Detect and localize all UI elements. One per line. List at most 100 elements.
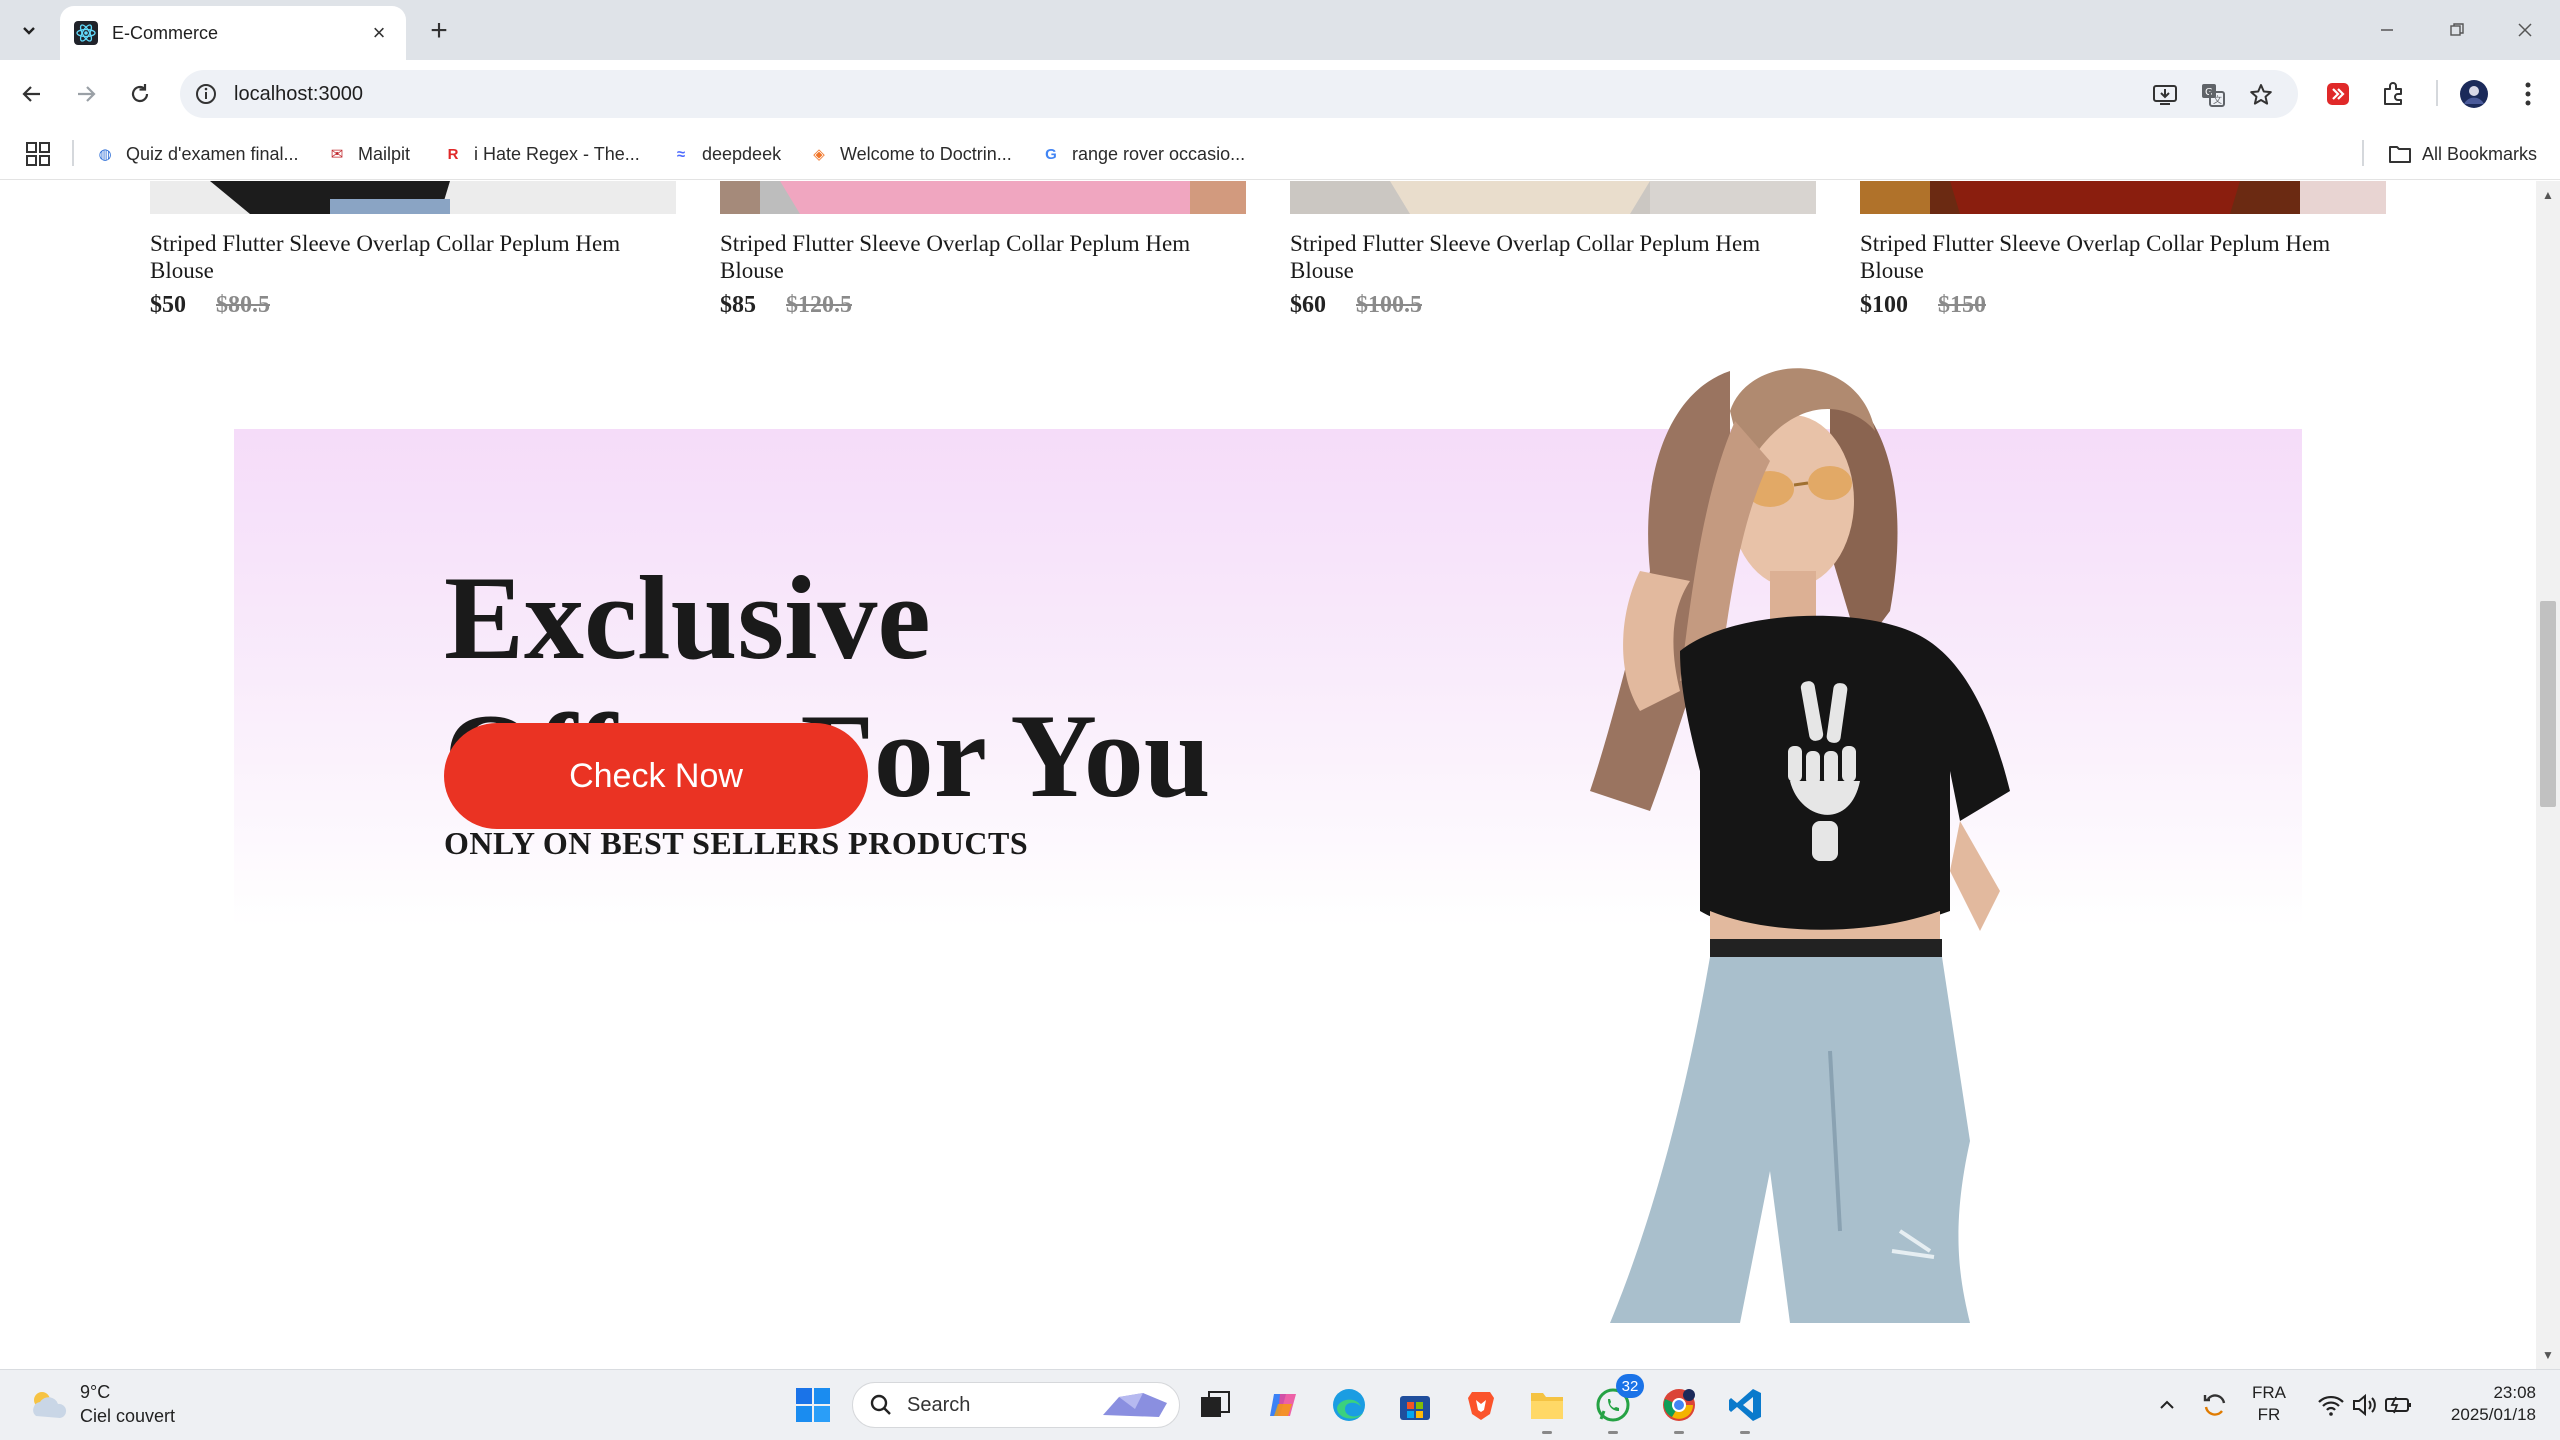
language-indicator[interactable]: FRA FR [2252, 1382, 2286, 1426]
scroll-down-arrow-icon[interactable]: ▼ [2542, 1349, 2554, 1361]
translate-icon[interactable]: G文 [2200, 82, 2226, 108]
restore-button[interactable] [2424, 8, 2490, 52]
product-image[interactable] [150, 181, 676, 214]
scroll-up-arrow-icon[interactable]: ▲ [2542, 189, 2554, 201]
product-card[interactable]: Striped Flutter Sleeve Overlap Collar Pe… [720, 181, 1246, 319]
brave-app[interactable] [1460, 1384, 1502, 1426]
product-image[interactable] [1290, 181, 1816, 214]
reload-icon [131, 84, 149, 103]
browser-menu-icon[interactable] [2512, 78, 2544, 110]
product-image[interactable] [720, 181, 1246, 214]
bookmark-label: range rover occasio... [1072, 143, 1246, 164]
doctrine-icon: ◈ [813, 146, 825, 163]
forward-button[interactable] [68, 76, 104, 112]
edge-app[interactable] [1328, 1384, 1370, 1426]
product-old-price: $100.5 [1356, 292, 1422, 318]
product-name[interactable]: Striped Flutter Sleeve Overlap Collar Pe… [1290, 230, 1816, 284]
deepseek-icon: ≈ [676, 145, 686, 163]
reload-button[interactable] [122, 76, 158, 112]
product-image[interactable] [1860, 181, 2386, 214]
bookmark-label: deepdeek [702, 143, 782, 164]
product-card[interactable]: Striped Flutter Sleeve Overlap Collar Pe… [1290, 181, 1816, 319]
running-indicator [1608, 1431, 1618, 1434]
product-card[interactable]: Striped Flutter Sleeve Overlap Collar Pe… [1860, 181, 2386, 319]
all-bookmarks-button[interactable]: All Bookmarks [2388, 138, 2537, 170]
battery-status[interactable] [2378, 1384, 2420, 1426]
product-old-price: $150 [1938, 292, 1986, 318]
extensions-puzzle-icon[interactable] [2378, 78, 2410, 110]
weather-text: 9°C Ciel couvert [80, 1380, 175, 1428]
bookmark-doctrine[interactable]: ◈ Welcome to Doctrin... [808, 138, 1012, 170]
windows-taskbar: 9°C Ciel couvert Search 32 FRA FR 23:08 … [0, 1369, 2560, 1440]
new-tab-button[interactable]: + [422, 14, 456, 48]
chrome-app[interactable] [1658, 1384, 1700, 1434]
whatsapp-app[interactable]: 32 [1592, 1374, 1644, 1434]
back-button[interactable] [14, 76, 50, 112]
apps-grid-icon[interactable] [24, 140, 52, 168]
install-app-icon[interactable] [2152, 82, 2178, 108]
restore-icon [2450, 23, 2464, 36]
profile-avatar[interactable] [2458, 78, 2490, 110]
task-view-app[interactable] [1194, 1384, 1236, 1426]
page-scrollbar[interactable]: ▲ ▼ [2536, 181, 2560, 1369]
product-price: $85 [720, 292, 756, 318]
search-icon [870, 1394, 891, 1415]
product-name[interactable]: Striped Flutter Sleeve Overlap Collar Pe… [1860, 230, 2386, 284]
page-viewport: Striped Flutter Sleeve Overlap Collar Pe… [0, 181, 2560, 1369]
all-bookmarks-label: All Bookmarks [2422, 143, 2538, 164]
brave-icon [1468, 1392, 1494, 1420]
svg-text:文: 文 [2213, 94, 2222, 106]
check-now-button[interactable]: Check Now [444, 723, 868, 829]
bookmark-regex[interactable]: R i Hate Regex - The... [442, 138, 640, 170]
product-card[interactable]: Striped Flutter Sleeve Overlap Collar Pe… [150, 181, 676, 319]
close-window-button[interactable] [2492, 8, 2558, 52]
extension-red-icon[interactable] [2322, 78, 2354, 110]
weather-widget[interactable]: 9°C Ciel couvert [26, 1380, 175, 1428]
regex-icon: R [447, 145, 459, 163]
windows-logo-icon [796, 1388, 830, 1422]
clock[interactable]: 23:08 2025/01/18 [2426, 1382, 2536, 1426]
chrome-icon [1663, 1389, 1695, 1421]
address-bar[interactable]: localhost:3000 G文 [180, 70, 2298, 118]
store-app[interactable] [1394, 1384, 1436, 1426]
forward-arrow-icon [78, 86, 96, 102]
weather-temperature: 9°C [80, 1382, 111, 1402]
vscode-app[interactable] [1724, 1384, 1766, 1434]
bookmark-range-rover[interactable]: G range rover occasio... [1040, 138, 1245, 170]
sync-icon [2203, 1394, 2226, 1416]
product-prices: $100 $150 [1860, 292, 2386, 319]
url-text: localhost:3000 [234, 83, 363, 105]
sync-tray-app[interactable] [2194, 1384, 2236, 1426]
bookmark-star-icon[interactable] [2248, 82, 2274, 108]
minimize-button[interactable] [2354, 8, 2420, 52]
bookmark-quiz[interactable]: ◍ Quiz d'examen final... [94, 138, 299, 170]
show-hidden-icons-button[interactable] [2146, 1384, 2188, 1426]
folder-icon [2389, 146, 2411, 163]
site-info-icon[interactable] [194, 82, 218, 106]
close-tab-icon[interactable]: × [366, 20, 392, 46]
scrollbar-thumb[interactable] [2540, 601, 2556, 807]
product-prices: $60 $100.5 [1290, 292, 1816, 319]
product-name[interactable]: Striped Flutter Sleeve Overlap Collar Pe… [720, 230, 1246, 284]
bookmark-mailpit[interactable]: ✉ Mailpit [326, 138, 410, 170]
react-favicon-icon [74, 21, 98, 45]
browser-toolbar: localhost:3000 G文 [0, 60, 2560, 128]
minimize-icon [2381, 29, 2393, 31]
copilot-app[interactable] [1262, 1384, 1304, 1426]
bookmark-label: Quiz d'examen final... [126, 143, 299, 164]
taskbar-search[interactable]: Search [852, 1382, 1180, 1428]
file-explorer-app[interactable] [1526, 1384, 1568, 1434]
store-icon [1400, 1396, 1430, 1420]
edge-icon [1333, 1389, 1365, 1421]
tab-strip: E-Commerce × + [0, 0, 2560, 60]
toolbar-divider [2436, 80, 2438, 106]
bookmark-label: Welcome to Doctrin... [840, 143, 1012, 164]
offers-subtitle: ONLY ON BEST SELLERS PRODUCTS [444, 825, 1029, 861]
tab-search-button[interactable] [12, 14, 46, 48]
tab-ecommerce[interactable]: E-Commerce × [60, 6, 406, 60]
search-highlight-icon [1103, 1393, 1167, 1417]
start-button[interactable] [792, 1384, 834, 1426]
product-name[interactable]: Striped Flutter Sleeve Overlap Collar Pe… [150, 230, 676, 284]
bookmark-deepdeek[interactable]: ≈ deepdeek [670, 138, 781, 170]
quiz-icon: ◍ [98, 146, 112, 163]
